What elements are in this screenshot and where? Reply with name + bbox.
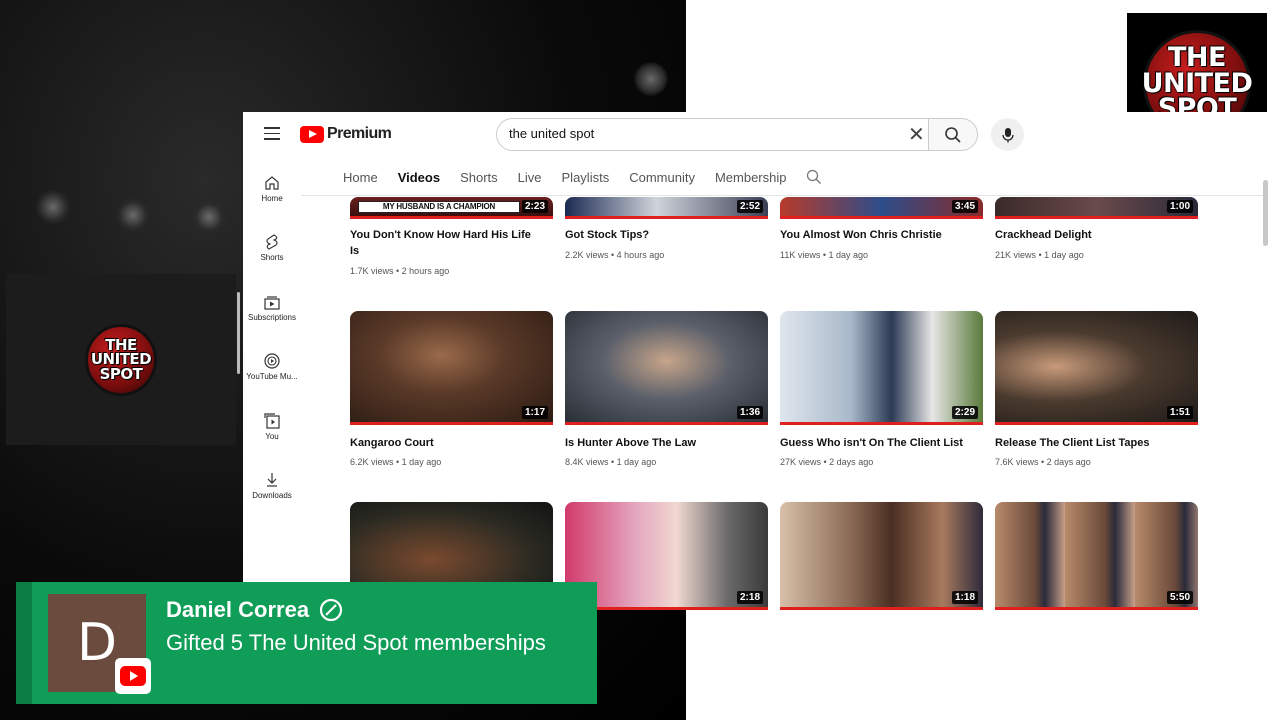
video-title[interactable]: Crackhead Delight xyxy=(995,227,1180,243)
duration-badge: 1:18 xyxy=(951,591,978,604)
video-title[interactable]: You Almost Won Chris Christie xyxy=(780,227,965,243)
duration-badge: 2:23 xyxy=(521,200,548,213)
duration-badge: 1:00 xyxy=(1166,200,1193,213)
duration-badge: 5:50 xyxy=(1166,591,1193,604)
search-input[interactable] xyxy=(509,126,879,141)
thumbnail-banner: MY HUSBAND IS A CHAMPION xyxy=(358,201,520,213)
video-thumbnail[interactable]: 3:45 xyxy=(780,197,983,219)
close-icon[interactable]: ✕ xyxy=(908,125,925,145)
search-box[interactable]: ✕ xyxy=(496,118,928,151)
logo-line-3: SPOT xyxy=(99,364,143,383)
stage-light xyxy=(36,190,70,224)
tab-playlists[interactable]: Playlists xyxy=(562,170,610,185)
video-title[interactable]: Kangaroo Court xyxy=(350,435,535,451)
sidebar-item-label: Shorts xyxy=(260,253,284,262)
video-title[interactable]: Is Hunter Above The Law xyxy=(565,435,750,451)
verified-icon xyxy=(319,598,343,622)
youtube-icon xyxy=(115,658,151,694)
youtube-window: Premium ✕ Home Shorts xyxy=(243,112,1272,610)
duration-badge: 3:45 xyxy=(951,200,978,213)
microphone-icon xyxy=(1001,127,1014,142)
voice-search-button[interactable] xyxy=(991,118,1024,151)
video-thumbnail[interactable]: 5:50 xyxy=(995,502,1198,610)
tab-membership[interactable]: Membership xyxy=(715,170,787,185)
video-title[interactable]: Guess Who isn't On The Client List xyxy=(780,435,965,451)
gifter-name-text: Daniel Correa xyxy=(166,597,310,622)
download-icon xyxy=(267,473,277,487)
video-title[interactable]: Got Stock Tips? xyxy=(565,227,750,243)
video-meta: 11K views • 1 day ago xyxy=(780,250,869,260)
stage-light xyxy=(634,62,668,96)
video-thumbnail[interactable]: MY HUSBAND IS A CHAMPION 2:23 xyxy=(350,197,553,219)
alert-accent-bar xyxy=(16,582,32,704)
video-thumbnail[interactable]: 1:51 xyxy=(995,311,1198,425)
duration-badge: 1:36 xyxy=(736,406,763,419)
video-meta: 1.7K views • 2 hours ago xyxy=(350,266,450,276)
premium-label: Premium xyxy=(327,125,392,142)
video-thumbnail[interactable]: 1:36 xyxy=(565,311,768,425)
video-thumbnail[interactable]: 2:52 xyxy=(565,197,768,219)
sidebar-item-label: Home xyxy=(261,194,283,203)
scrollbar[interactable] xyxy=(1263,180,1268,246)
sidebar-item-youtube-music[interactable]: YouTube Mu... xyxy=(243,352,301,381)
video-meta: 6.2K views • 1 day ago xyxy=(350,457,442,467)
avatar-letter: D xyxy=(76,613,118,673)
sidebar-item-label: Subscriptions xyxy=(247,313,297,322)
sidebar-item-shorts[interactable]: Shorts xyxy=(243,233,301,262)
sidebar-item-label: Downloads xyxy=(252,491,292,500)
video-meta: 7.6K views • 2 days ago xyxy=(995,457,1091,467)
logo-line-1: THE xyxy=(1168,42,1226,74)
sidebar-item-downloads[interactable]: Downloads xyxy=(243,471,301,500)
video-meta: 2.2K views • 4 hours ago xyxy=(565,250,665,260)
gift-message: Gifted 5 The United Spot memberships xyxy=(166,630,546,655)
shorts-icon xyxy=(266,234,278,250)
duration-badge: 1:17 xyxy=(521,406,548,419)
channel-logo-small: THE UNITED SPOT xyxy=(85,323,157,396)
channel-search-icon[interactable] xyxy=(806,169,822,185)
divider xyxy=(301,195,1267,196)
gifter-name: Daniel Correa xyxy=(166,597,343,623)
stage-light xyxy=(192,200,226,234)
youtube-logo[interactable]: Premium xyxy=(300,125,392,143)
video-thumbnail[interactable]: 1:17 xyxy=(350,311,553,425)
video-title[interactable]: You Don't Know How Hard His Life Is xyxy=(350,227,535,259)
video-thumbnail[interactable]: 1:00 xyxy=(995,197,1198,219)
search-icon xyxy=(945,126,961,143)
youtube-play-icon xyxy=(300,125,324,143)
tab-live[interactable]: Live xyxy=(518,170,542,185)
stage-light xyxy=(116,198,150,232)
scrollbar[interactable] xyxy=(237,292,240,374)
video-meta: 21K views • 1 day ago xyxy=(995,250,1084,260)
sidebar-item-you[interactable]: You xyxy=(243,412,301,441)
stream-overlay: { "logo": { "line1": "THE", "line2": "UN… xyxy=(0,0,1280,720)
home-icon xyxy=(265,176,279,190)
sidebar-item-home[interactable]: Home xyxy=(243,174,301,203)
video-meta: 8.4K views • 1 day ago xyxy=(565,457,657,467)
duration-badge: 2:52 xyxy=(736,200,763,213)
search-button[interactable] xyxy=(928,118,978,151)
youtube-music-icon xyxy=(264,353,280,369)
masthead: Premium ✕ xyxy=(243,112,1272,158)
video-thumbnail[interactable]: 2:29 xyxy=(780,311,983,425)
you-icon xyxy=(264,413,280,429)
duration-badge: 2:29 xyxy=(951,406,978,419)
webcam-panel: THE UNITED SPOT xyxy=(6,274,236,445)
sidebar-item-subscriptions[interactable]: Subscriptions xyxy=(243,293,301,322)
video-title[interactable]: Release The Client List Tapes xyxy=(995,435,1180,451)
tab-home[interactable]: Home xyxy=(343,170,378,185)
tab-videos[interactable]: Videos xyxy=(398,170,440,185)
menu-icon[interactable] xyxy=(264,127,280,141)
tab-community[interactable]: Community xyxy=(629,170,695,185)
channel-tabs: Home Videos Shorts Live Playlists Commun… xyxy=(343,164,822,190)
sidebar-item-label: YouTube Mu... xyxy=(246,372,298,381)
gift-membership-alert: D Daniel Correa Gifted 5 The United Spot… xyxy=(16,582,597,704)
sidebar-item-label: You xyxy=(265,432,279,441)
duration-badge: 1:51 xyxy=(1166,406,1193,419)
tab-shorts[interactable]: Shorts xyxy=(460,170,498,185)
video-meta: 27K views • 2 days ago xyxy=(780,457,874,467)
subscriptions-icon xyxy=(264,296,280,310)
video-thumbnail[interactable]: 1:18 xyxy=(780,502,983,610)
duration-badge: 2:18 xyxy=(736,591,763,604)
